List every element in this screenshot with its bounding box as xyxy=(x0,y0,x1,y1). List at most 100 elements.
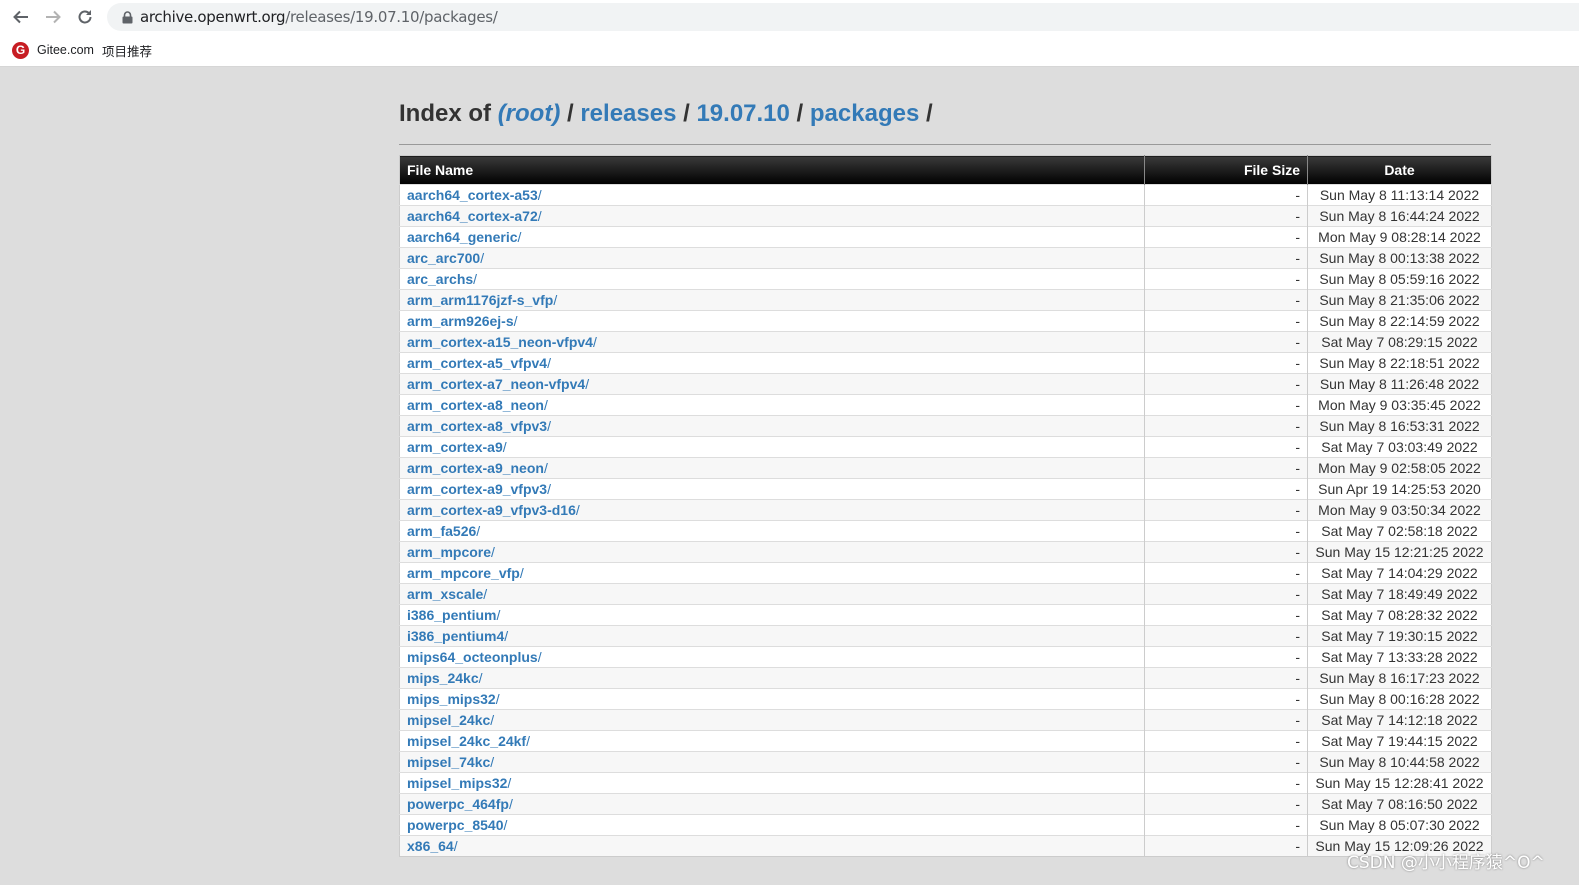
file-name-cell: arm_xscale/ xyxy=(399,583,1145,605)
file-size-cell: - xyxy=(1144,268,1308,290)
file-size-cell: - xyxy=(1144,730,1308,752)
directory-link[interactable]: arm_cortex-a8_neon xyxy=(407,397,544,413)
directory-slash: / xyxy=(502,439,507,455)
directory-link[interactable]: mipsel_mips32 xyxy=(407,775,507,791)
date-cell: Sun May 8 00:13:38 2022 xyxy=(1307,247,1492,269)
file-name-cell: arm_cortex-a9_neon/ xyxy=(399,457,1145,479)
directory-link[interactable]: arm_cortex-a9_vfpv3 xyxy=(407,481,547,497)
directory-link[interactable]: arm_xscale xyxy=(407,586,483,602)
date-cell: Sun May 8 16:17:23 2022 xyxy=(1307,667,1492,689)
directory-link[interactable]: arm_cortex-a9 xyxy=(407,439,503,455)
lock-icon xyxy=(120,10,134,24)
directory-slash: / xyxy=(585,376,590,392)
table-row: mips_mips32/- Sun May 8 00:16:28 2022 xyxy=(399,688,1492,710)
table-row: arc_arc700/- Sun May 8 00:13:38 2022 xyxy=(399,247,1492,269)
date-cell: Mon May 9 08:28:14 2022 xyxy=(1307,226,1492,248)
date-cell: Sun May 8 11:13:14 2022 xyxy=(1307,184,1492,206)
bookmarks-bar: G Gitee.com 项目推荐 xyxy=(0,34,1579,67)
forward-button[interactable] xyxy=(42,6,64,28)
directory-link[interactable]: arm_cortex-a15_neon-vfpv4 xyxy=(407,334,593,350)
column-header-date: Date xyxy=(1307,155,1492,185)
directory-link[interactable]: mips_24kc xyxy=(407,670,479,686)
directory-link[interactable]: mipsel_24kc_24kf xyxy=(407,733,526,749)
breadcrumb-packages[interactable]: packages xyxy=(810,100,919,127)
date-cell: Sun May 8 21:35:06 2022 xyxy=(1307,289,1492,311)
directory-link[interactable]: arc_archs xyxy=(407,271,473,287)
file-size-cell: - xyxy=(1144,310,1308,332)
directory-link[interactable]: arm_mpcore xyxy=(407,544,491,560)
directory-link[interactable]: aarch64_generic xyxy=(407,229,518,245)
directory-link[interactable]: arm_mpcore_vfp xyxy=(407,565,520,581)
file-name-cell: arc_archs/ xyxy=(399,268,1145,290)
table-row: aarch64_cortex-a53/- Sun May 8 11:13:14 2… xyxy=(399,184,1492,206)
address-bar[interactable]: archive.openwrt.org/releases/19.07.10/pa… xyxy=(107,3,1579,31)
directory-link[interactable]: mipsel_24kc xyxy=(407,712,490,728)
directory-slash: / xyxy=(592,334,597,350)
breadcrumb-root[interactable]: (root) xyxy=(498,100,561,127)
date-cell: Sun May 8 05:07:30 2022 xyxy=(1307,814,1492,836)
breadcrumb-releases[interactable]: releases xyxy=(580,100,676,127)
directory-link[interactable]: mips_mips32 xyxy=(407,691,496,707)
back-button[interactable] xyxy=(10,6,32,28)
table-row: arm_mpcore/- Sun May 15 12:21:25 2022 xyxy=(399,541,1492,563)
directory-link[interactable]: i386_pentium4 xyxy=(407,628,504,644)
directory-link[interactable]: arm_arm926ej-s xyxy=(407,313,514,329)
directory-link[interactable]: mips64_octeonplus xyxy=(407,649,538,665)
file-name-cell: arm_mpcore/ xyxy=(399,541,1145,563)
file-size-cell: - xyxy=(1144,583,1308,605)
table-row: aarch64_cortex-a72/- Sun May 8 16:44:24 2… xyxy=(399,205,1492,227)
directory-slash: / xyxy=(490,712,495,728)
directory-slash: / xyxy=(519,565,524,581)
file-name-cell: mipsel_74kc/ xyxy=(399,751,1145,773)
table-row: arm_mpcore_vfp/ - Sat May 7 14:04:29 2022 xyxy=(399,562,1492,584)
directory-slash: / xyxy=(483,586,488,602)
directory-link[interactable]: arm_cortex-a5_vfpv4 xyxy=(407,355,547,371)
directory-slash: / xyxy=(537,649,542,665)
reload-button[interactable] xyxy=(74,6,96,28)
file-size-cell: - xyxy=(1144,562,1308,584)
directory-link[interactable]: powerpc_464fp xyxy=(407,796,509,812)
file-size-cell: - xyxy=(1144,751,1308,773)
date-cell: Sun May 8 22:18:51 2022 xyxy=(1307,352,1492,374)
file-size-cell: - xyxy=(1144,226,1308,248)
directory-link[interactable]: i386_pentium xyxy=(407,607,496,623)
table-row: mipsel_24kc/- Sat May 7 14:12:18 2022 xyxy=(399,709,1492,731)
file-listing-table: File Name File Size Date aarch64_cortex-… xyxy=(399,155,1492,857)
directory-link[interactable]: arm_cortex-a9_vfpv3-d16 xyxy=(407,502,576,518)
breadcrumb-sep: / xyxy=(925,100,933,127)
directory-link[interactable]: powerpc_8540 xyxy=(407,817,504,833)
file-size-cell: - xyxy=(1144,772,1308,794)
date-cell: Sat May 7 14:04:29 2022 xyxy=(1307,562,1492,584)
breadcrumb-sep: / xyxy=(683,100,690,127)
file-name-cell: i386_pentium4/ xyxy=(399,625,1145,647)
directory-link[interactable]: arm_fa526 xyxy=(407,523,476,539)
directory-link[interactable]: arm_cortex-a7_neon-vfpv4 xyxy=(407,376,585,392)
directory-link[interactable]: aarch64_cortex-a53 xyxy=(407,187,538,203)
directory-slash: / xyxy=(517,229,522,245)
url-host: archive.openwrt.org xyxy=(140,8,286,26)
directory-link[interactable]: arm_cortex-a8_vfpv3 xyxy=(407,418,547,434)
breadcrumb-version[interactable]: 19.07.10 xyxy=(696,100,789,127)
directory-link[interactable]: arc_arc700 xyxy=(407,250,480,266)
file-name-cell: arm_arm1176jzf-s_vfp/ xyxy=(399,289,1145,311)
file-size-cell: - xyxy=(1144,667,1308,689)
file-name-cell: arm_cortex-a7_neon-vfpv4/ xyxy=(399,373,1145,395)
file-name-cell: powerpc_8540/ xyxy=(399,814,1145,836)
directory-link[interactable]: x86_64 xyxy=(407,838,454,854)
directory-slash: / xyxy=(547,355,551,371)
column-header-size: File Size xyxy=(1144,155,1308,185)
directory-slash: / xyxy=(496,607,501,623)
table-row: arc_archs/- Sun May 8 05:59:16 2022 xyxy=(399,268,1492,290)
directory-slash: / xyxy=(547,418,551,434)
table-row: x86_64/- Sun May 15 12:09:26 2022 xyxy=(399,835,1492,857)
directory-link[interactable]: mipsel_74kc xyxy=(407,754,490,770)
file-name-cell: powerpc_464fp/ xyxy=(399,793,1145,815)
file-name-cell: arm_cortex-a9/ xyxy=(399,436,1145,458)
bookmark-label[interactable]: 项目推荐 xyxy=(102,41,152,60)
file-name-cell: arm_fa526/ xyxy=(399,520,1145,542)
directory-link[interactable]: arm_cortex-a9_neon xyxy=(407,460,544,476)
file-name-cell: aarch64_cortex-a53/ xyxy=(399,184,1145,206)
directory-link[interactable]: aarch64_cortex-a72 xyxy=(407,208,538,224)
directory-link[interactable]: arm_arm1176jzf-s_vfp xyxy=(407,292,553,308)
bookmark-gitee[interactable]: G Gitee.com 项目推荐 xyxy=(12,40,152,60)
